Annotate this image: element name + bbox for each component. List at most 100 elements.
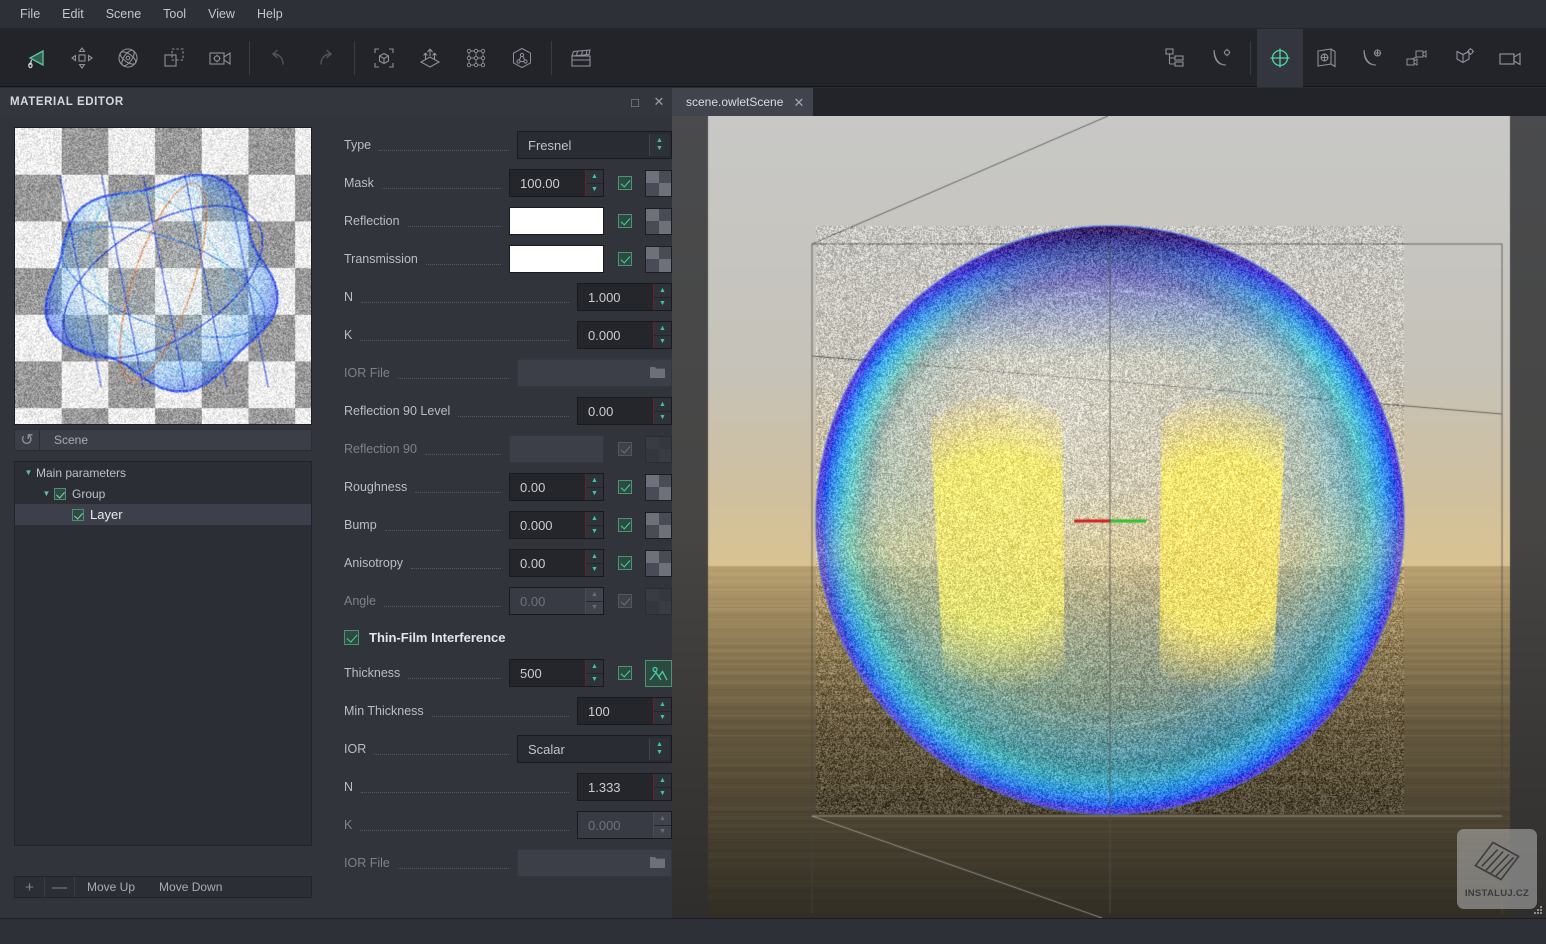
number-input[interactable]: 0.000▲▼ [577,321,672,349]
number-stepper[interactable]: ▲▼ [585,550,603,576]
dropdown-type[interactable]: Fresnel▲▼ [517,131,672,159]
duplicate-icon[interactable] [151,29,197,87]
number-input[interactable]: 100▲▼ [577,697,672,725]
refresh-icon[interactable]: ↺ [14,429,40,451]
environment-settings-icon[interactable] [1441,29,1487,87]
folder-icon[interactable] [650,366,665,384]
number-input[interactable]: 0.00▲▼ [509,587,604,615]
number-input[interactable]: 0.00▲▼ [509,473,604,501]
number-stepper[interactable]: ▲▼ [585,588,603,614]
folder-icon[interactable] [650,856,665,874]
number-input[interactable]: 100.00▲▼ [509,169,604,197]
cameras-icon[interactable] [1395,29,1441,87]
texture-slot-button[interactable] [645,208,672,235]
texture-slot-button[interactable] [645,512,672,539]
number-stepper[interactable]: ▲▼ [653,284,671,310]
layer-tree[interactable]: ▼Main parameters▼GroupLayer [14,461,312,846]
tab-close-icon[interactable]: ✕ [792,96,805,109]
number-stepper[interactable]: ▲▼ [585,474,603,500]
menu-edit[interactable]: Edit [51,4,95,24]
dropdown-arrows-icon[interactable]: ▲▼ [649,738,669,760]
number-input[interactable]: 1.333▲▼ [577,773,672,801]
render-viewport[interactable]: INSTALUJ.CZ [672,116,1546,918]
property-enable-checkbox[interactable] [618,214,632,228]
menu-help[interactable]: Help [246,4,294,24]
chevron-down-icon[interactable]: ▼ [21,468,36,477]
file-path-input[interactable] [517,359,672,387]
tree-row-checkbox[interactable] [54,488,66,500]
preview-scene-name[interactable]: Scene [40,429,312,451]
dropdown-arrows-icon[interactable]: ▲▼ [649,134,669,156]
rotate-gizmo-icon[interactable] [105,29,151,87]
bounding-box-icon[interactable] [361,29,407,87]
texture-editor-icon[interactable] [1303,29,1349,87]
tree-row[interactable]: ▼Main parameters [15,462,311,483]
maximize-icon[interactable]: □ [624,91,646,113]
add-geometry-icon[interactable] [1349,29,1395,87]
color-swatch[interactable] [509,245,604,273]
close-icon[interactable]: ✕ [648,91,670,113]
resize-grip-icon[interactable] [1534,906,1543,915]
lattice-icon[interactable] [453,29,499,87]
menu-file[interactable]: File [9,4,51,24]
texture-slot-button[interactable] [645,246,672,273]
number-stepper[interactable]: ▲▼ [653,322,671,348]
material-preview[interactable] [14,127,312,425]
number-input[interactable]: 0.00▲▼ [577,397,672,425]
property-enable-checkbox[interactable] [618,442,632,456]
texture-slot-button[interactable] [645,436,672,463]
undo-icon[interactable] [256,29,302,87]
texture-slot-button[interactable] [645,170,672,197]
number-stepper[interactable]: ▲▼ [653,774,671,800]
number-stepper[interactable]: ▲▼ [653,698,671,724]
render-view-icon[interactable] [1487,29,1533,87]
material-editor-icon[interactable] [1257,29,1303,87]
number-input[interactable]: 1.000▲▼ [577,283,672,311]
clapperboard-icon[interactable] [558,29,604,87]
tab-scene-owletscene[interactable]: scene.owletScene ✕ [672,88,814,116]
file-path-input[interactable] [517,849,672,877]
geometry-settings-icon[interactable] [1198,29,1244,87]
redo-icon[interactable] [302,29,348,87]
number-stepper[interactable]: ▲▼ [585,512,603,538]
property-enable-checkbox[interactable] [618,666,632,680]
menu-view[interactable]: View [197,4,246,24]
property-enable-checkbox[interactable] [618,556,632,570]
number-input[interactable]: 0.00▲▼ [509,549,604,577]
add-layer-button[interactable]: + [15,877,45,897]
tree-row-checkbox[interactable] [72,509,84,521]
property-enable-checkbox[interactable] [618,518,632,532]
number-stepper[interactable]: ▲▼ [653,812,671,838]
texture-map-button[interactable] [645,660,672,687]
number-stepper[interactable]: ▲▼ [653,398,671,424]
property-enable-checkbox[interactable] [618,252,632,266]
scatter-icon[interactable] [407,29,453,87]
dropdown-ior[interactable]: Scalar▲▼ [517,735,672,763]
tree-row[interactable]: Layer [15,504,311,525]
texture-slot-button[interactable] [645,588,672,615]
move-down-button[interactable]: Move Down [147,877,234,897]
number-input[interactable]: 0.000▲▼ [509,511,604,539]
number-stepper[interactable]: ▲▼ [585,170,603,196]
number-stepper[interactable]: ▲▼ [585,660,603,686]
number-input[interactable]: 0.000▲▼ [577,811,672,839]
thin-film-enable-checkbox[interactable] [344,630,359,645]
property-enable-checkbox[interactable] [618,480,632,494]
number-input[interactable]: 500▲▼ [509,659,604,687]
property-enable-checkbox[interactable] [618,594,632,608]
texture-slot-button[interactable] [645,550,672,577]
move-gizmo-icon[interactable] [59,29,105,87]
select-cursor-icon[interactable] [13,29,59,87]
color-swatch[interactable] [509,207,604,235]
menu-scene[interactable]: Scene [95,4,152,24]
move-up-button[interactable]: Move Up [75,877,147,897]
property-enable-checkbox[interactable] [618,176,632,190]
chevron-down-icon[interactable]: ▼ [39,489,54,498]
menu-tool[interactable]: Tool [152,4,197,24]
volume-node-icon[interactable] [499,29,545,87]
remove-layer-button[interactable]: — [45,877,75,897]
tree-row[interactable]: ▼Group [15,483,311,504]
texture-slot-button[interactable] [645,474,672,501]
scene-tree-icon[interactable] [1152,29,1198,87]
camera-settings-icon[interactable] [197,29,243,87]
